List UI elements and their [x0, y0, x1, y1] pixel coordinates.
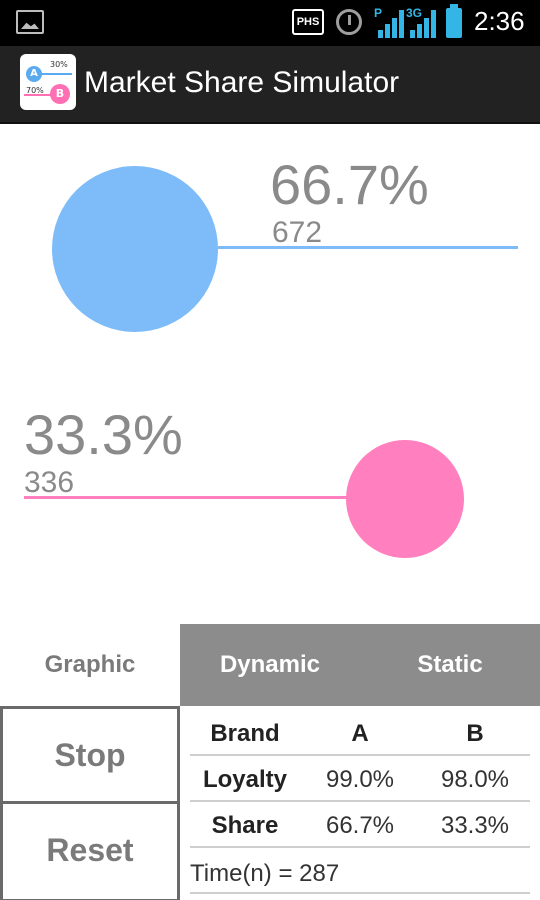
- time-readout: Time(n) = 287: [190, 858, 530, 894]
- table-header-row: Brand A B: [190, 710, 530, 756]
- tab-static[interactable]: Static: [360, 624, 540, 706]
- graphic-view: 66.7% 672 33.3% 336: [0, 124, 540, 624]
- app-title: Market Share Simulator: [84, 66, 400, 99]
- header-brand: Brand: [210, 720, 280, 747]
- table-row-loyalty: Loyalty 99.0% 98.0%: [190, 756, 530, 802]
- status-bar: PHS P 3G 2:36: [0, 0, 540, 46]
- view-tabs: Graphic Dynamic Static: [0, 624, 540, 706]
- signal-p-icon: P: [374, 6, 408, 38]
- app-logo-icon: 30% A 70% B: [20, 54, 76, 110]
- stats-table: Brand A B Loyalty 99.0% 98.0% Share 66.7…: [190, 710, 530, 848]
- share-a: 66.7%: [325, 812, 395, 839]
- gallery-notification-icon: [16, 10, 44, 34]
- brand-a-circle: [52, 166, 218, 332]
- logo-a-pct: 30%: [50, 60, 68, 69]
- alarm-icon: [336, 9, 362, 35]
- status-time: 2:36: [474, 6, 525, 36]
- signal-3g-label: 3G: [406, 6, 423, 20]
- header-b: B: [466, 720, 484, 747]
- brand-a-count: 672: [272, 216, 323, 249]
- battery-icon: [446, 4, 462, 38]
- header-a: A: [351, 720, 369, 747]
- brand-b-line: [24, 496, 349, 499]
- brand-a-line: [218, 246, 518, 249]
- phs-icon: PHS: [292, 9, 324, 35]
- tab-dynamic[interactable]: Dynamic: [180, 624, 360, 706]
- action-bar: 30% A 70% B Market Share Simulator: [0, 46, 540, 124]
- loyalty-a: 99.0%: [325, 766, 395, 793]
- row-label: Share: [211, 812, 279, 839]
- loyalty-b: 98.0%: [440, 766, 510, 793]
- signal-3g-icon: 3G: [406, 6, 440, 38]
- brand-b-share: 33.3%: [24, 403, 183, 466]
- brand-b-circle: [346, 440, 464, 558]
- brand-a-share: 66.7%: [270, 153, 429, 216]
- tab-graphic[interactable]: Graphic: [0, 624, 180, 706]
- stop-button[interactable]: Stop: [0, 706, 180, 804]
- brand-b-count: 336: [24, 466, 75, 499]
- signal-p-label: P: [374, 6, 383, 20]
- logo-a: A: [26, 66, 42, 82]
- table-row-share: Share 66.7% 33.3%: [190, 802, 530, 848]
- row-label: Loyalty: [202, 766, 288, 793]
- reset-button[interactable]: Reset: [0, 804, 180, 900]
- logo-b: B: [50, 84, 70, 104]
- share-b: 33.3%: [440, 812, 510, 839]
